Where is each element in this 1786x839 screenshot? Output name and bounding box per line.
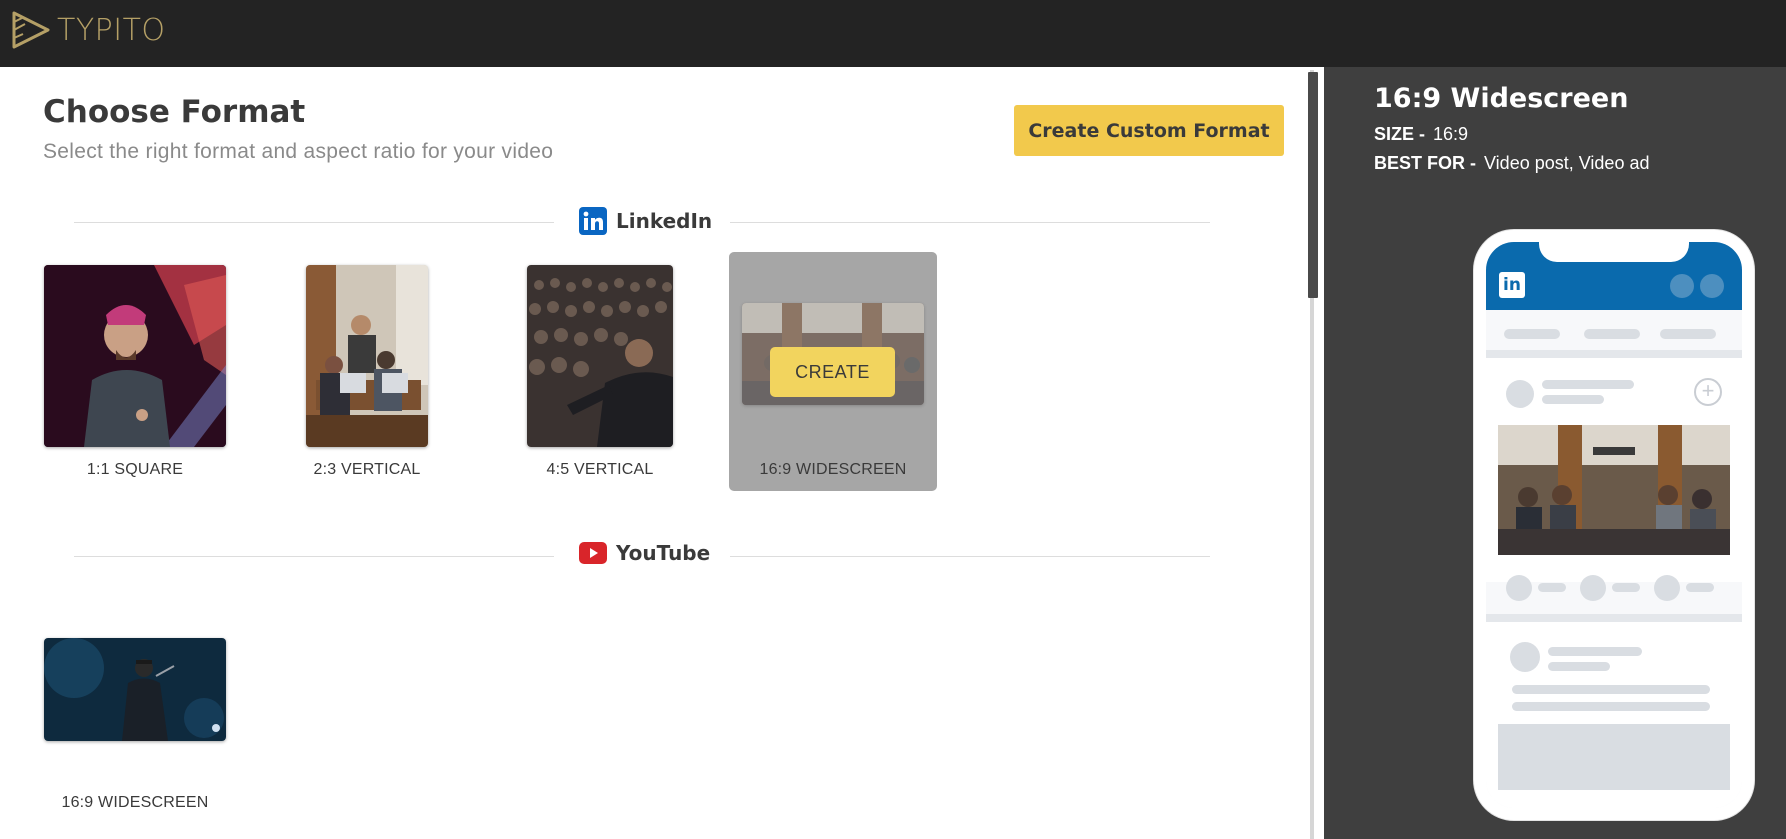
text-placeholder (1512, 685, 1710, 694)
page-subtitle: Select the right format and aspect ratio… (43, 140, 554, 163)
format-thumbnail-2-3-vertical[interactable] (306, 265, 428, 447)
format-label: 1:1 SQUARE (86, 461, 184, 478)
phone-mockup: in + (1474, 230, 1754, 820)
size-value: 16:9 (1433, 124, 1469, 144)
nav-placeholder (1660, 329, 1716, 339)
section-header-linkedin: LinkedIn (74, 207, 1210, 237)
divider (74, 222, 554, 223)
best-for-label: BEST FOR - (1374, 153, 1476, 173)
text-placeholder (1542, 395, 1604, 404)
meeting-photo (1498, 425, 1730, 555)
section-title-linkedin: LinkedIn (616, 209, 713, 233)
youtube-icon (579, 542, 607, 564)
typito-logo[interactable]: TYPITO (11, 10, 166, 50)
text-placeholder (1512, 702, 1710, 711)
page-title: Choose Format (43, 94, 306, 130)
section-header-youtube: YouTube (74, 541, 1210, 571)
text-placeholder (1612, 583, 1640, 592)
concert-photo (44, 638, 226, 741)
clapper-play-icon (12, 11, 50, 49)
preview-size-row: SIZE - 16:9 (1374, 124, 1468, 145)
post-video-thumbnail (1498, 425, 1730, 555)
format-preview-panel: 16:9 Widescreen SIZE - 16:9 BEST FOR - Vid… (1324, 67, 1786, 839)
nav-placeholder (1504, 329, 1560, 339)
format-label: 4:5 VERTICAL (546, 461, 654, 478)
best-for-value: Video post, Video ad (1484, 153, 1650, 173)
reaction-placeholder-icon (1654, 575, 1680, 601)
scrollbar-thumb[interactable] (1308, 72, 1318, 298)
top-bar: TYPITO (0, 0, 1786, 67)
divider (74, 556, 554, 557)
audience-photo (527, 265, 673, 447)
phone-app-header: in (1486, 242, 1742, 310)
linkedin-icon (579, 207, 607, 235)
avatar-placeholder-icon (1510, 642, 1540, 672)
nav-placeholder (1584, 329, 1640, 339)
avatar-placeholder-icon (1670, 274, 1694, 298)
create-custom-format-button[interactable]: Create Custom Format (1014, 105, 1284, 156)
logo-text: TYPITO (57, 12, 166, 48)
create-button[interactable]: CREATE (770, 347, 895, 397)
text-placeholder (1538, 583, 1566, 592)
text-placeholder (1548, 662, 1610, 671)
follow-plus-icon: + (1694, 378, 1722, 406)
section-title-youtube: YouTube (616, 541, 711, 565)
avatar-placeholder-icon (1700, 274, 1724, 298)
reaction-placeholder-icon (1580, 575, 1606, 601)
linkedin-app-icon: in (1499, 272, 1525, 298)
format-chooser: Choose Format Select the right format an… (0, 67, 1322, 839)
media-placeholder (1498, 724, 1730, 790)
format-label: 16:9 WIDESCREEN (759, 461, 907, 478)
format-thumbnail-youtube-16-9-widescreen[interactable] (44, 638, 226, 741)
reaction-placeholder-icon (1506, 575, 1532, 601)
format-thumbnail-4-5-vertical[interactable] (527, 265, 673, 447)
speaker-photo (44, 265, 226, 447)
text-placeholder (1548, 647, 1642, 656)
format-label: 16:9 WIDESCREEN (61, 794, 209, 811)
avatar-placeholder-icon (1506, 380, 1534, 408)
phone-notch (1539, 242, 1689, 262)
preview-best-for-row: BEST FOR - Video post, Video ad (1374, 153, 1649, 174)
text-placeholder (1542, 380, 1634, 389)
divider (730, 222, 1210, 223)
preview-title: 16:9 Widescreen (1374, 83, 1629, 114)
format-thumbnail-1-1-square[interactable] (44, 265, 226, 447)
format-label: 2:3 VERTICAL (313, 461, 421, 478)
office-photo (306, 265, 428, 447)
size-label: SIZE - (1374, 124, 1426, 144)
divider (730, 556, 1210, 557)
text-placeholder (1686, 583, 1714, 592)
